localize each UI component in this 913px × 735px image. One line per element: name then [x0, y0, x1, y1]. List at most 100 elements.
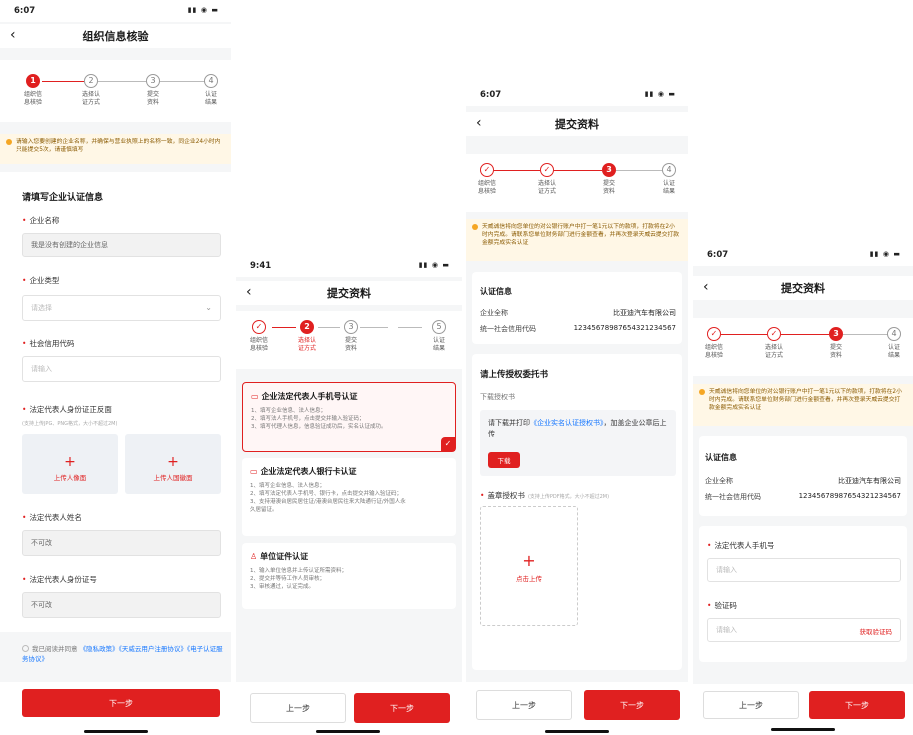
option-title: ▭ 企业法定代表人手机号认证 [251, 391, 358, 402]
prev-button[interactable]: 上一步 [250, 693, 346, 723]
desc-line: 久居留证。 [250, 507, 278, 513]
step-label: 认证 结果 [424, 337, 454, 353]
plus-icon: + [167, 454, 179, 470]
back-arrow-icon[interactable]: ‹ [246, 284, 252, 300]
step-4: 4 认证 结果 [196, 74, 226, 107]
desc-line: 1、填写企业信息、法人信息； [251, 408, 327, 414]
step-label-line1: 提交 [602, 180, 615, 187]
back-arrow-icon[interactable]: ‹ [476, 115, 482, 131]
screen-choose-method: 9:41 ▮▮ ◉ ▬ ‹ 提交资料 ✓ 组织信 息核验 2 选择认 证方式 3 提… [236, 255, 462, 735]
step-label-line1: 认证 [662, 180, 675, 187]
step-label-line1: 组织信 [477, 180, 496, 187]
row-value: 比亚迪汽车有限公司 [838, 477, 901, 485]
status-icons: ▮▮ ◉ ▬ [418, 261, 450, 269]
step-label-line2: 证方式 [764, 352, 783, 359]
step-label-line2: 息核验 [477, 188, 496, 195]
credit-code-input[interactable]: 请输入 [22, 356, 221, 382]
credit-code-row: 统一社会信用代码 12345678987654321234567 [480, 324, 676, 334]
auth-letter-card: 请上传授权委托书 下载授权书 请下载并打印《企业实名认证授权书》，加盖企业公章后… [472, 354, 682, 670]
company-type-select[interactable]: 请选择 ⌄ [22, 295, 221, 321]
step-label: 提交 资料 [138, 91, 168, 107]
step-circle: 3 [829, 327, 843, 341]
step-3: 3 提交 资料 [821, 327, 851, 360]
stamp-label: • 盖章授权书 (支持上传PDF格式，大小不超过2M) [480, 491, 610, 500]
warning-icon [699, 389, 705, 395]
nav-bar: ‹ 提交资料 [236, 281, 462, 305]
nav-bar: ‹ 提交资料 [693, 276, 913, 300]
option-title-text: 单位证件认证 [260, 552, 309, 561]
status-time: 6:07 [707, 250, 729, 260]
stepper: ✓ 组织信 息核验 ✓ 选择认 证方式 3 提交 资料 4 认证 结果 [466, 154, 688, 212]
upload-label: 上传人国徽面 [153, 474, 193, 482]
info-title: 认证信息 [480, 287, 512, 296]
select-placeholder: 请选择 [31, 304, 52, 312]
prev-button[interactable]: 上一步 [703, 691, 799, 719]
step-label: 组织信 息核验 [18, 91, 48, 107]
status-icons: ▮▮ ◉ ▬ [869, 250, 901, 258]
label-text: 企业类型 [29, 276, 60, 285]
warning-icon [6, 139, 12, 145]
stepper: ✓ 组织信 息核验 2 选择认 证方式 3 提交 资料 5 认证 结果 [236, 311, 462, 369]
step-label-line1: 认证 [432, 337, 445, 344]
step-label-line2: 资料 [829, 352, 842, 359]
option-title: ▭ 企业法定代表人银行卡认证 [250, 466, 357, 477]
upload-id-back[interactable]: + 上传人国徽面 [125, 434, 221, 494]
step-2: 2 选择认 证方式 [292, 320, 322, 353]
next-button[interactable]: 下一步 [354, 693, 450, 723]
option-bank-auth[interactable]: ▭ 企业法定代表人银行卡认证 1、填写企业信息、法人信息； 2、填写法定代表人手机… [242, 458, 456, 536]
label-text: 盖章授权书 [487, 491, 525, 500]
step-circle: 5 [432, 320, 446, 334]
upload-id-front[interactable]: + 上传人像面 [22, 434, 118, 494]
option-phone-auth[interactable]: ▭ 企业法定代表人手机号认证 1、填写企业信息、法人信息； 2、填写法人手机号，点… [242, 382, 456, 452]
upload-area[interactable]: + 点击上传 [480, 506, 578, 626]
step-circle: 2 [84, 74, 98, 88]
check-icon: ✓ [707, 327, 721, 341]
company-row: 企业全称 比亚迪汽车有限公司 [480, 308, 676, 318]
phone-input[interactable]: 请输入 [707, 558, 901, 582]
checkbox[interactable] [22, 645, 29, 652]
next-button[interactable]: 下一步 [584, 690, 680, 720]
company-name-field[interactable]: 我是没有创建的企业信息 [22, 233, 221, 257]
back-arrow-icon[interactable]: ‹ [703, 279, 709, 295]
privacy-link[interactable]: 《隐私政策》 [80, 645, 119, 653]
terms-link[interactable]: 《天威云用户注册协议》 [119, 645, 187, 653]
step-3: 3 提交 资料 [594, 163, 624, 196]
get-code-button[interactable]: 获取验证码 [860, 626, 893, 636]
step-3: 3 提交 资料 [138, 74, 168, 107]
label-text: 验证码 [714, 601, 737, 610]
legal-id-field: 不可改 [22, 592, 221, 618]
option-document-auth[interactable]: ♙ 单位证件认证 1、输入单位信息并上传认证所需资料； 2、提交并等待工作人员审核… [242, 543, 456, 609]
step-4: 4 认证 结果 [879, 327, 909, 360]
authorization-doc-link[interactable]: 《企业实名认证授权书》 [530, 419, 604, 427]
step-label: 认证 结果 [654, 180, 684, 196]
back-arrow-icon[interactable]: ‹ [10, 27, 16, 43]
step-1: ✓ 组织信 息核验 [244, 320, 274, 353]
verify-code-label: • 验证码 [707, 601, 737, 610]
plus-icon: + [64, 454, 76, 470]
legal-name-label: • 法定代表人姓名 [22, 513, 82, 522]
prev-button[interactable]: 上一步 [476, 690, 572, 720]
step-label-line1: 组织信 [23, 91, 42, 98]
desc-line: 2、提交并等待工作人员审核； [250, 576, 326, 582]
page-title: 提交资料 [327, 287, 371, 300]
phone-form-card: • 法定代表人手机号 请输入 • 验证码 请输入 获取验证码 [699, 526, 907, 662]
verify-code-input[interactable]: 请输入 获取验证码 [707, 618, 901, 642]
step-1: ✓ 组织信 息核验 [472, 163, 502, 196]
phone-icon: ▭ [251, 392, 259, 401]
next-button[interactable]: 下一步 [809, 691, 905, 719]
step-label: 提交 资料 [336, 337, 366, 353]
step-label-line1: 认证 [204, 91, 217, 98]
next-button[interactable]: 下一步 [22, 689, 220, 717]
step-label-line2: 息核验 [704, 352, 723, 359]
step-label-line1: 组织信 [704, 344, 723, 351]
row-value: 12345678987654321234567 [798, 492, 901, 500]
company-type-label: • 企业类型 [22, 276, 60, 285]
status-bar: 6:07 ▮▮ ◉ ▬ [0, 0, 231, 22]
download-button[interactable]: 下载 [488, 452, 520, 468]
step-4: 4 认证 结果 [654, 163, 684, 196]
status-icons: ▮▮ ◉ ▬ [187, 6, 219, 14]
step-label-line1: 认证 [887, 344, 900, 351]
download-text-1: 请下载并打印 [488, 419, 530, 427]
step-label-line2: 结果 [662, 188, 675, 195]
download-box: 请下载并打印《企业实名认证授权书》，加盖企业公章后上传 下载 [480, 410, 676, 476]
